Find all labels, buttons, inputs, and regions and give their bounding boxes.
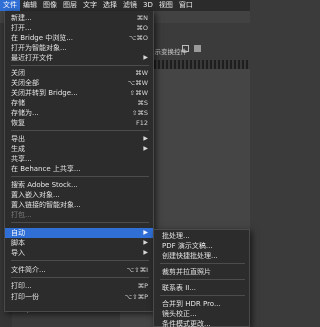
menu-item-share-behance[interactable]: 在 Behance 上共享... — [5, 164, 153, 174]
menu-separator — [11, 260, 149, 261]
submenu-arrow-icon: ▶ — [143, 145, 148, 152]
distribute-icon[interactable] — [194, 45, 201, 52]
menu-separator — [11, 222, 149, 223]
menu-item-print[interactable]: 打印... ⌘P — [5, 281, 153, 291]
menu-layer[interactable]: 图层 — [60, 0, 80, 11]
menu-item-share[interactable]: 共享... — [5, 154, 153, 164]
menu-item-scripts[interactable]: 脚本 ▶ — [5, 238, 153, 248]
menu-item-close-to-bridge[interactable]: 关闭并转到 Bridge... ⇧⌘W — [5, 88, 153, 98]
menu-bar: 文件 编辑 图像 图层 文字 选择 滤镜 3D 视图 窗口 — [0, 0, 250, 11]
menu-item-search-stock[interactable]: 搜索 Adobe Stock... — [5, 180, 153, 190]
menu-separator — [160, 263, 245, 264]
submenu-item-batch[interactable]: 批处理... — [154, 231, 249, 241]
menu-separator — [11, 176, 149, 177]
menu-separator — [11, 65, 149, 66]
menu-item-close[interactable]: 关闭 ⌘W — [5, 68, 153, 78]
submenu-arrow-icon: ▶ — [143, 249, 148, 256]
submenu-arrow-icon: ▶ — [143, 229, 148, 236]
menu-item-save-as[interactable]: 存储为... ⇧⌘S — [5, 108, 153, 118]
menu-item-new[interactable]: 新建... ⌘N — [5, 13, 153, 23]
submenu-item-merge-hdr[interactable]: 合并到 HDR Pro... — [154, 299, 249, 309]
menu-item-recent-files[interactable]: 最近打开文件 ▶ — [5, 53, 153, 63]
file-menu-dropdown: 新建... ⌘N 打开... ⌘O 在 Bridge 中浏览... ⌥⌘O 打开… — [4, 11, 154, 312]
menu-type[interactable]: 文字 — [80, 0, 100, 11]
menu-item-import[interactable]: 导入 ▶ — [5, 248, 153, 258]
submenu-item-conditional-mode[interactable]: 条件模式更改... — [154, 319, 249, 327]
menu-separator — [160, 295, 245, 296]
submenu-item-create-droplet[interactable]: 创建快捷批处理... — [154, 251, 249, 261]
menu-item-browse-bridge[interactable]: 在 Bridge 中浏览... ⌥⌘O — [5, 33, 153, 43]
menu-separator — [11, 130, 149, 131]
menu-item-close-all[interactable]: 关闭全部 ⌥⌘W — [5, 78, 153, 88]
menu-view[interactable]: 视图 — [156, 0, 176, 11]
document-tab[interactable] — [150, 60, 250, 69]
menu-item-package: 打包... — [11, 211, 32, 219]
menu-3d[interactable]: 3D — [140, 0, 156, 11]
menu-item-generate[interactable]: 生成 ▶ — [5, 144, 153, 154]
menu-separator — [160, 279, 245, 280]
align-icon[interactable] — [182, 45, 189, 52]
submenu-item-contact-sheet[interactable]: 联系表 II... — [154, 283, 249, 293]
menu-item-automate[interactable]: 自动 ▶ — [5, 228, 153, 238]
menu-image[interactable]: 图像 — [40, 0, 60, 11]
submenu-item-lens-correction[interactable]: 镜头校正... — [154, 309, 249, 319]
menu-item-place-linked[interactable]: 置入链接的智能对象... — [5, 200, 153, 210]
submenu-arrow-icon: ▶ — [143, 239, 148, 246]
submenu-item-pdf-slideshow[interactable]: PDF 演示文稿... — [154, 241, 249, 251]
menu-item-place-embedded[interactable]: 置入嵌入对象... — [5, 190, 153, 200]
submenu-arrow-icon: ▶ — [143, 54, 148, 61]
menu-item-file-info[interactable]: 文件简介... ⌥⇧⌘I — [5, 265, 153, 275]
menu-select[interactable]: 选择 — [100, 0, 120, 11]
submenu-item-crop-straighten[interactable]: 裁剪并拉直照片 — [154, 267, 249, 277]
menu-separator — [11, 277, 149, 278]
submenu-arrow-icon: ▶ — [143, 135, 148, 142]
menu-edit[interactable]: 编辑 — [20, 0, 40, 11]
menu-item-export[interactable]: 导出 ▶ — [5, 134, 153, 144]
menu-filter[interactable]: 滤镜 — [120, 0, 140, 11]
menu-item-print-one-copy[interactable]: 打印一份 ⌥⇧⌘P — [5, 292, 153, 302]
menu-item-save[interactable]: 存储 ⌘S — [5, 98, 153, 108]
menu-file[interactable]: 文件 — [0, 0, 20, 11]
menu-item-open-smart-object[interactable]: 打开为智能对象... — [5, 43, 153, 53]
menu-window[interactable]: 窗口 — [176, 0, 196, 11]
automate-submenu: 批处理... PDF 演示文稿... 创建快捷批处理... 裁剪并拉直照片 联系… — [153, 229, 250, 327]
menu-item-revert[interactable]: 恢复 F12 — [5, 118, 153, 128]
menu-item-open[interactable]: 打开... ⌘O — [5, 23, 153, 33]
